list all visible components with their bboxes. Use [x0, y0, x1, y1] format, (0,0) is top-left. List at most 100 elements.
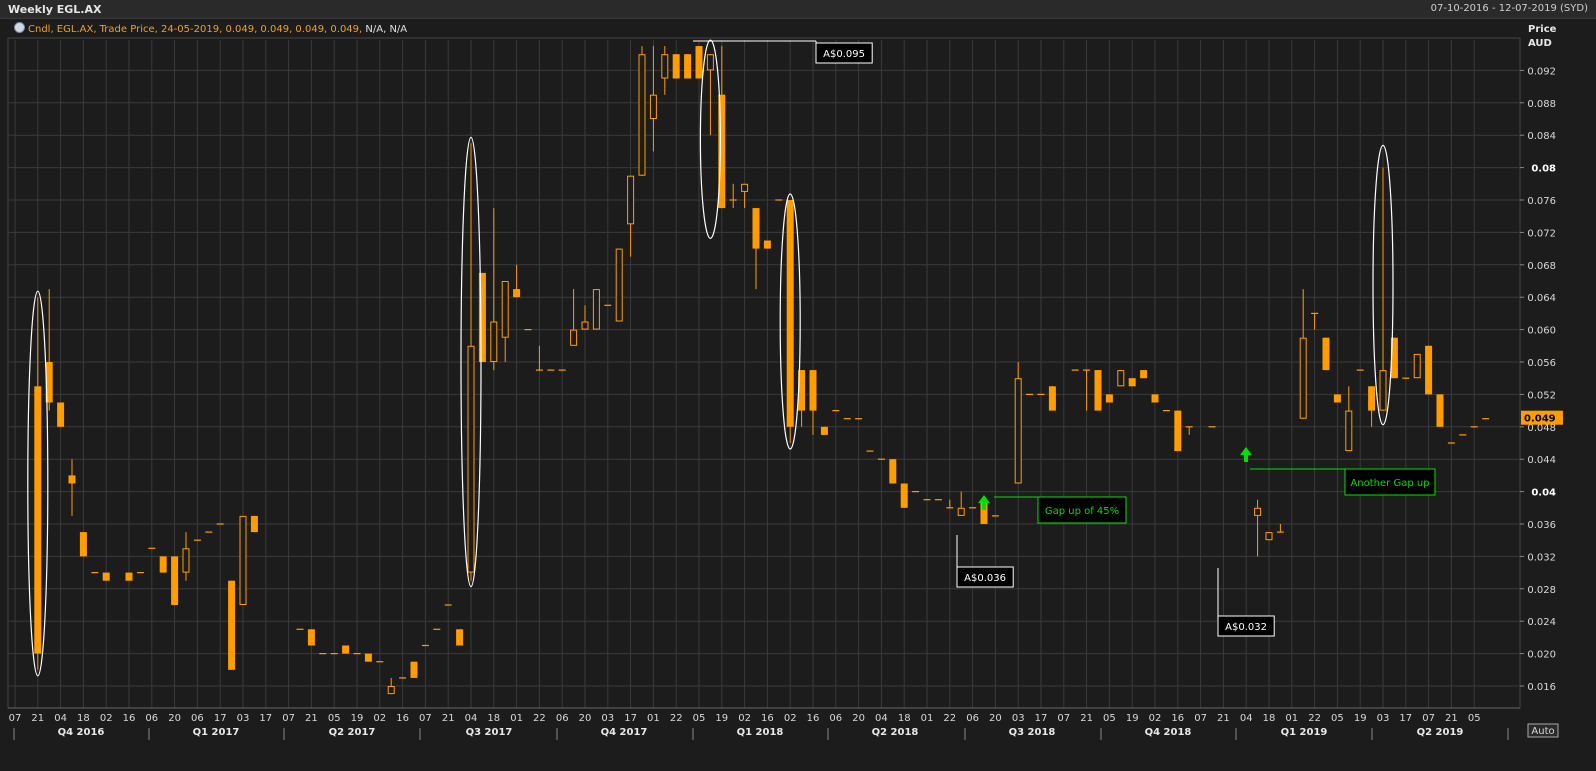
candle	[615, 248, 623, 322]
x-tick-label: 17	[1399, 713, 1412, 724]
candle	[228, 580, 236, 670]
x-tick-label: 01	[510, 713, 523, 724]
quarter-label: Q2 2019	[1417, 727, 1464, 738]
candle	[125, 572, 133, 581]
x-tick-label: 06	[145, 713, 158, 724]
candle-body-up	[570, 329, 578, 346]
y-tick-label: 0.088	[1527, 99, 1556, 110]
x-tick-label: 02	[100, 713, 113, 724]
x-tick-label: 18	[898, 713, 911, 724]
candle-body-down	[307, 629, 315, 646]
x-tick-label: 19	[1126, 713, 1139, 724]
x-tick-label: 20	[989, 713, 1002, 724]
candle-body-down	[513, 289, 521, 298]
quarter-label: Q1 2017	[193, 727, 240, 738]
candle-body-down	[228, 580, 236, 670]
quarter-label: Q4 2017	[601, 727, 648, 738]
candle	[1436, 394, 1444, 427]
x-tick-label: 04	[54, 713, 67, 724]
x-tick-label: 03	[601, 713, 614, 724]
y-axis-header-currency: AUD	[1528, 38, 1552, 49]
quarter-label: Q3 2018	[1009, 727, 1056, 738]
x-tick-label: 04	[465, 713, 478, 724]
candle-body-down	[79, 532, 87, 557]
y-tick-label: 0.068	[1527, 261, 1556, 272]
x-tick-label: 01	[921, 713, 934, 724]
candle	[809, 370, 817, 435]
y-tick-label: 0.064	[1527, 293, 1556, 304]
candle-body-down	[410, 661, 418, 678]
candle	[1265, 532, 1273, 541]
candle	[456, 629, 464, 646]
candle	[1345, 386, 1353, 452]
candle-body-down	[1151, 394, 1159, 403]
candle	[1094, 370, 1102, 411]
candle-body-up	[490, 321, 498, 362]
candle-body-up	[741, 183, 749, 192]
candle-body-up	[638, 54, 646, 176]
candle-body-down	[889, 459, 897, 484]
candle	[729, 183, 737, 209]
candle-body-up	[581, 321, 589, 330]
candle	[684, 54, 692, 79]
y-tick-label: 0.04	[1531, 488, 1556, 499]
candle-body-up	[1299, 337, 1307, 419]
candle	[1117, 370, 1125, 387]
x-tick-label: 07	[1422, 713, 1435, 724]
candle	[513, 264, 521, 298]
x-tick-label: 22	[533, 713, 546, 724]
x-tick-label: 21	[1445, 713, 1458, 724]
x-tick-label: 17	[1035, 713, 1048, 724]
candle-body-down	[364, 653, 372, 662]
candle-body-down	[672, 54, 680, 79]
candle-body-down	[1128, 378, 1136, 387]
x-tick-label: 16	[396, 713, 409, 724]
chart-window: Weekly EGL.AX 07-10-2016 - 12-07-2019 (S…	[0, 0, 1596, 771]
candle	[763, 240, 771, 249]
candle	[182, 532, 190, 581]
candle	[79, 532, 87, 557]
x-tick-label: 20	[168, 713, 181, 724]
y-tick-label: 0.024	[1527, 617, 1556, 628]
candle	[889, 459, 897, 484]
x-tick-label: 16	[761, 713, 774, 724]
candle	[820, 426, 828, 435]
candle-body-down	[159, 556, 167, 573]
x-tick-label: 07	[1057, 713, 1070, 724]
x-tick-label: 03	[1377, 713, 1390, 724]
candle	[1151, 394, 1159, 403]
quarter-label: Q1 2018	[737, 727, 784, 738]
x-tick-label: 07	[419, 713, 432, 724]
candle	[68, 459, 76, 516]
candle-body-down	[34, 386, 42, 654]
quarter-label: Q1 2019	[1281, 727, 1328, 738]
x-axis: 07 21 04 18 02 16 06 20 06 17 03 17 07 21 05 19 02 16 07 21…	[8, 707, 1559, 740]
x-tick-label: 06	[191, 713, 204, 724]
x-tick-label: 20	[852, 713, 865, 724]
candle-body-up	[1345, 410, 1353, 452]
candle-body-down	[1425, 345, 1433, 395]
candle-body-down	[1105, 394, 1113, 403]
candle-body-down	[1140, 370, 1148, 379]
candle	[1322, 337, 1330, 371]
candlestick-chart[interactable]: 0.016 0.020 0.024 0.028 0.032 0.036 0.04 0.044 0…	[0, 0, 1596, 771]
y-tick-label: 0.060	[1527, 326, 1556, 337]
x-tick-label: 18	[77, 713, 90, 724]
candle-body-up	[592, 289, 600, 330]
x-tick-label: 05	[693, 713, 706, 724]
x-tick-label: 16	[807, 713, 820, 724]
y-tick-label: 0.08	[1531, 164, 1556, 175]
x-tick-label: 04	[1240, 713, 1253, 724]
candle	[410, 661, 418, 678]
candle	[592, 289, 600, 330]
x-tick-label: 19	[1354, 713, 1367, 724]
quarter-label: Q2 2017	[329, 727, 376, 738]
candle	[741, 183, 749, 209]
candle-body-up	[627, 175, 635, 225]
x-tick-label: 04	[875, 713, 888, 724]
candle-body-down	[763, 240, 771, 249]
candle-body-down	[1048, 386, 1056, 411]
candle-body-up	[501, 281, 509, 338]
candle	[250, 515, 258, 533]
candle-body-up	[1254, 507, 1262, 516]
